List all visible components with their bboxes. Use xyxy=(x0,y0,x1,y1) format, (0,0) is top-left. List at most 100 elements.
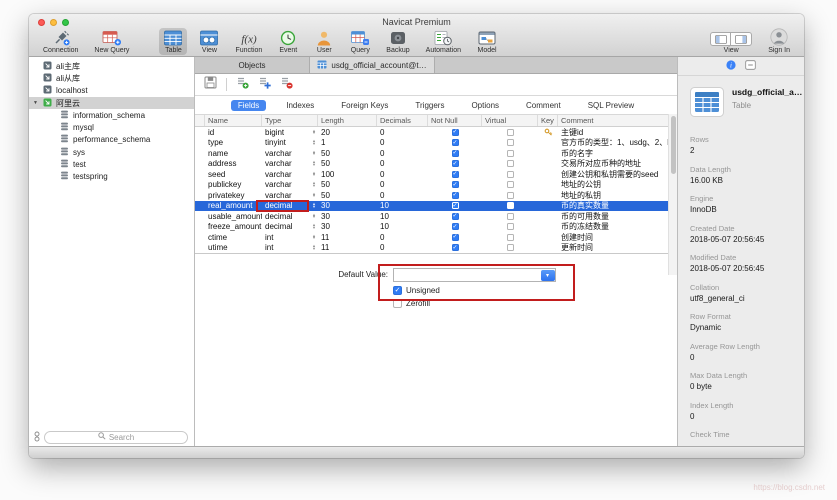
sidebar-database-sys[interactable]: sys xyxy=(29,146,194,158)
disclosure-triangle-icon[interactable]: ▼ xyxy=(33,100,39,106)
hide-panel-icon[interactable] xyxy=(745,57,756,75)
toolbar-query[interactable]: Query xyxy=(346,28,374,55)
sidebar-database-testspring[interactable]: testspring xyxy=(29,171,194,183)
field-type-cell[interactable]: bigint xyxy=(262,127,310,138)
sidebar-connection-阿里云[interactable]: ▼ 阿里云 xyxy=(29,96,194,110)
toolbar-connection[interactable]: Connection xyxy=(39,28,82,55)
not-null-checkbox[interactable]: ✓ xyxy=(428,201,482,212)
field-name-cell[interactable]: privatekey xyxy=(205,190,262,201)
toolbar-backup[interactable]: Backup xyxy=(382,28,413,55)
row-selector-header[interactable] xyxy=(195,115,205,126)
toolbar-automation[interactable]: Automation xyxy=(422,28,465,55)
sidebar-database-test[interactable]: test xyxy=(29,158,194,170)
not-null-checkbox[interactable]: ✓ xyxy=(428,127,482,138)
default-value-combobox[interactable]: ▾ xyxy=(393,268,556,282)
field-row-seed[interactable]: seed varchar ▴ ▾ 100 0 ✓ 创建公钥和私钥需要的seed xyxy=(195,169,677,180)
column-header-name[interactable]: Name xyxy=(205,115,262,126)
sidebar-connection-localhost[interactable]: localhost xyxy=(29,85,194,97)
field-decimals-cell[interactable]: 0 xyxy=(377,190,428,201)
type-stepper[interactable]: ▴ ▾ xyxy=(310,232,318,243)
not-null-checkbox[interactable]: ✓ xyxy=(428,232,482,243)
column-header-comment[interactable]: Comment xyxy=(558,115,677,126)
field-comment-cell[interactable]: 创建时间 xyxy=(558,232,677,243)
add-field-button[interactable] xyxy=(236,76,249,94)
field-decimals-cell[interactable]: 0 xyxy=(377,243,428,254)
virtual-checkbox[interactable] xyxy=(482,232,538,243)
field-length-cell[interactable]: 50 xyxy=(318,190,377,201)
field-decimals-cell[interactable]: 10 xyxy=(377,201,428,212)
field-row-name[interactable]: name varchar ▴ ▾ 50 0 ✓ 币的名字 xyxy=(195,148,677,159)
sidebar-database-mysql[interactable]: mysql xyxy=(29,121,194,133)
field-length-cell[interactable]: 50 xyxy=(318,148,377,159)
field-row-type[interactable]: type tinyint ▴ ▾ 1 0 ✓ 官方币的类型：1、usdg、2、bty xyxy=(195,138,677,149)
field-type-cell[interactable]: int xyxy=(262,232,310,243)
field-name-cell[interactable]: ctime xyxy=(205,232,262,243)
row-selector[interactable] xyxy=(195,127,205,138)
field-type-cell[interactable]: varchar xyxy=(262,148,310,159)
field-decimals-cell[interactable]: 0 xyxy=(377,232,428,243)
sign-in-button[interactable]: Sign In xyxy=(764,28,794,55)
toolbar-new-query[interactable]: New Query xyxy=(90,28,133,55)
not-null-checkbox[interactable]: ✓ xyxy=(428,243,482,254)
toolbar-table[interactable]: Table xyxy=(159,28,188,55)
type-stepper[interactable]: ▴ ▾ xyxy=(310,148,318,159)
field-comment-cell[interactable]: 币的冻结数量 xyxy=(558,222,677,233)
not-null-checkbox[interactable]: ✓ xyxy=(428,211,482,222)
field-name-cell[interactable]: seed xyxy=(205,169,262,180)
field-name-cell[interactable]: name xyxy=(205,148,262,159)
field-length-cell[interactable]: 20 xyxy=(318,127,377,138)
field-name-cell[interactable]: utime xyxy=(205,243,262,254)
row-selector[interactable] xyxy=(195,159,205,170)
field-comment-cell[interactable]: 主键id xyxy=(558,127,677,138)
toolbar-view[interactable]: View xyxy=(195,28,223,55)
designer-tab-indexes[interactable]: Indexes xyxy=(279,100,321,111)
field-length-cell[interactable]: 11 xyxy=(318,232,377,243)
not-null-checkbox[interactable]: ✓ xyxy=(428,190,482,201)
field-comment-cell[interactable]: 交易所对应币种的地址 xyxy=(558,159,677,170)
virtual-checkbox[interactable] xyxy=(482,190,538,201)
field-name-cell[interactable]: real_amount xyxy=(205,201,262,212)
virtual-checkbox[interactable] xyxy=(482,211,538,222)
column-header-virtual[interactable]: Virtual xyxy=(482,115,538,126)
field-decimals-cell[interactable]: 0 xyxy=(377,159,428,170)
field-name-cell[interactable]: publickey xyxy=(205,180,262,191)
virtual-checkbox[interactable] xyxy=(482,148,538,159)
field-type-cell[interactable]: tinyint xyxy=(262,138,310,149)
search-input[interactable]: Search xyxy=(44,430,188,444)
toolbar-model[interactable]: Model xyxy=(473,28,501,55)
column-header-type[interactable]: Type xyxy=(262,115,318,126)
not-null-checkbox[interactable]: ✓ xyxy=(428,159,482,170)
field-length-cell[interactable]: 30 xyxy=(318,211,377,222)
field-row-ctime[interactable]: ctime int ▴ ▾ 11 0 ✓ 创建时间 xyxy=(195,232,677,243)
field-name-cell[interactable]: type xyxy=(205,138,262,149)
grid-scrollbar-thumb[interactable] xyxy=(670,116,676,174)
zoom-window-button[interactable] xyxy=(62,19,69,26)
column-header-not-null[interactable]: Not Null xyxy=(428,115,482,126)
chevron-down-icon[interactable]: ▾ xyxy=(540,269,555,281)
field-length-cell[interactable]: 11 xyxy=(318,243,377,254)
object-tab-usdg-official-account-t[interactable]: usdg_official_account@t… xyxy=(310,57,435,73)
row-selector[interactable] xyxy=(195,232,205,243)
field-row-address[interactable]: address varchar ▴ ▾ 50 0 ✓ 交易所对应币种的地址 xyxy=(195,159,677,170)
type-stepper[interactable]: ▴ ▾ xyxy=(310,180,318,191)
column-header-decimals[interactable]: Decimals xyxy=(377,115,428,126)
sidebar-connection-ali从库[interactable]: ali从库 xyxy=(29,72,194,84)
sidebar-database-information-schema[interactable]: information_schema xyxy=(29,109,194,121)
toolbar-user[interactable]: User xyxy=(310,28,338,55)
designer-tab-sql-preview[interactable]: SQL Preview xyxy=(581,100,641,111)
close-window-button[interactable] xyxy=(38,19,45,26)
field-comment-cell[interactable]: 币的可用数量 xyxy=(558,211,677,222)
field-decimals-cell[interactable]: 0 xyxy=(377,180,428,191)
type-stepper[interactable]: ▴ ▾ xyxy=(310,201,318,212)
virtual-checkbox[interactable] xyxy=(482,201,538,212)
virtual-checkbox[interactable] xyxy=(482,180,538,191)
field-decimals-cell[interactable]: 10 xyxy=(377,222,428,233)
connection-filter-icon[interactable] xyxy=(34,431,40,444)
field-name-cell[interactable]: usable_amount xyxy=(205,211,262,222)
field-type-cell[interactable]: varchar xyxy=(262,180,310,191)
virtual-checkbox[interactable] xyxy=(482,159,538,170)
field-length-cell[interactable]: 50 xyxy=(318,180,377,191)
designer-tab-options[interactable]: Options xyxy=(464,100,506,111)
row-selector[interactable] xyxy=(195,243,205,254)
type-stepper[interactable]: ▴ ▾ xyxy=(310,243,318,254)
